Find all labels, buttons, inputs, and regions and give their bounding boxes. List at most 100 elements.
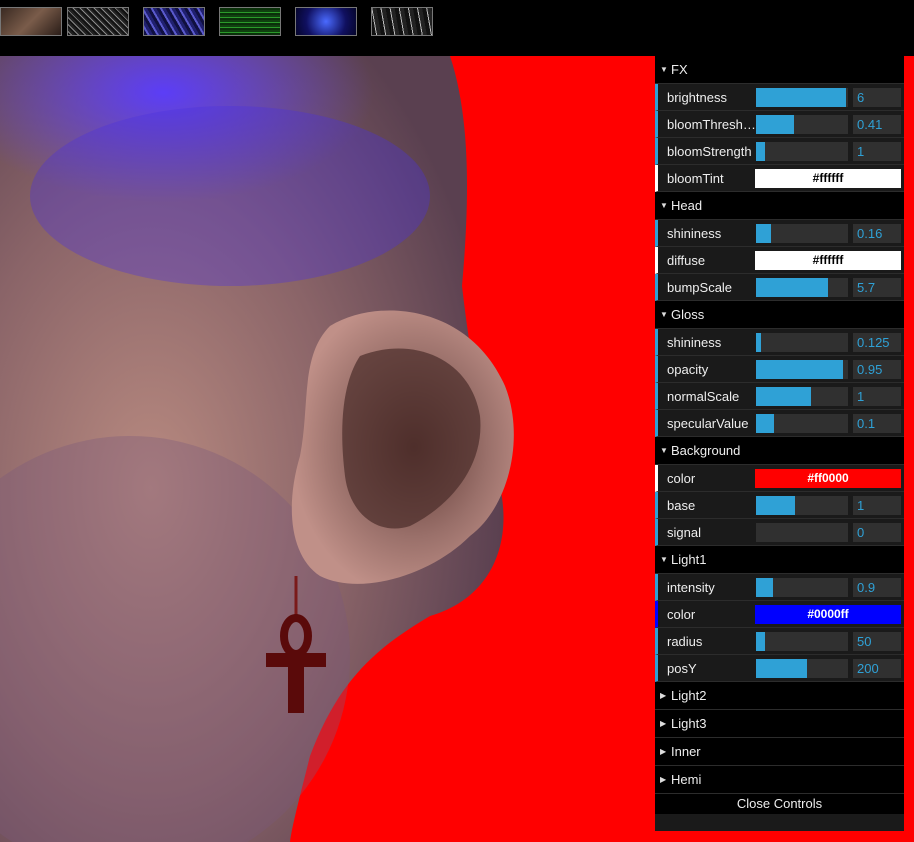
slider-fill (756, 224, 771, 243)
specular-value-slider[interactable] (756, 414, 848, 433)
thumbnail-bar (0, 0, 914, 56)
slider-fill (756, 360, 844, 379)
triangle-down-icon: ▼ (660, 446, 668, 455)
control-pos-y: posY 200 (655, 655, 904, 682)
control-label: shininess (667, 335, 722, 350)
triangle-down-icon: ▼ (660, 555, 668, 564)
thumb-wireframe[interactable] (371, 7, 433, 36)
control-label: base (667, 498, 696, 513)
control-label: bumpScale (667, 280, 733, 295)
light1-color-input[interactable]: #0000ff (755, 605, 901, 624)
bump-scale-input[interactable]: 5.7 (853, 278, 901, 297)
slider-fill (756, 414, 775, 433)
opacity-slider[interactable] (756, 360, 848, 379)
bump-scale-slider[interactable] (756, 278, 848, 297)
opacity-input[interactable]: 0.95 (853, 360, 901, 379)
close-controls-button[interactable]: Close Controls (655, 794, 904, 814)
bloom-tint-color-input[interactable]: #ffffff (755, 169, 901, 188)
signal-slider[interactable] (756, 523, 848, 542)
control-label: intensity (667, 580, 715, 595)
radius-input[interactable]: 50 (853, 632, 901, 651)
folder-light1-title: Light1 (671, 552, 707, 567)
control-label: bloomThresho.. (667, 117, 757, 132)
folder-fx[interactable]: ▼ FX (655, 56, 904, 84)
triangle-right-icon: ▶ (660, 775, 667, 784)
slider-fill (756, 278, 828, 297)
triangle-down-icon: ▼ (660, 310, 668, 319)
gloss-shininess-slider[interactable] (756, 333, 848, 352)
control-radius: radius 50 (655, 628, 904, 655)
control-label: bloomStrength (667, 144, 752, 159)
folder-light1[interactable]: ▼ Light1 (655, 546, 904, 574)
folder-background-title: Background (671, 443, 741, 458)
pos-y-slider[interactable] (756, 659, 848, 678)
slider-fill (756, 333, 761, 352)
intensity-input[interactable]: 0.9 (853, 578, 901, 597)
head-shininess-slider[interactable] (756, 224, 848, 243)
slider-fill (756, 578, 773, 597)
radius-slider[interactable] (756, 632, 848, 651)
slider-fill (756, 387, 812, 406)
triangle-down-icon: ▼ (660, 65, 668, 74)
thumb-blue-glow[interactable] (295, 7, 357, 36)
folder-hemi-title: Hemi (671, 772, 702, 787)
brightness-input[interactable]: 6 (853, 88, 901, 107)
triangle-right-icon: ▶ (660, 747, 667, 756)
controls-panel: ▼ FX brightness 6 bloomThresho.. 0.41 bl… (655, 56, 904, 831)
folder-hemi[interactable]: ▶ Hemi (655, 766, 904, 794)
folder-light2-title: Light2 (671, 688, 707, 703)
base-input[interactable]: 1 (853, 496, 901, 515)
background-color-input[interactable]: #ff0000 (755, 469, 901, 488)
thumb-noise[interactable] (67, 7, 129, 36)
head-shininess-input[interactable]: 0.16 (853, 224, 901, 243)
thumb-green-pattern[interactable] (219, 7, 281, 36)
control-bloom-strength: bloomStrength 1 (655, 138, 904, 165)
bloom-threshold-slider[interactable] (756, 115, 848, 134)
normal-scale-slider[interactable] (756, 387, 848, 406)
control-brightness: brightness 6 (655, 84, 904, 111)
control-label: opacity (667, 362, 709, 377)
pos-y-input[interactable]: 200 (853, 659, 901, 678)
folder-head[interactable]: ▼ Head (655, 192, 904, 220)
render-viewport[interactable] (0, 56, 655, 842)
control-background-color: color #ff0000 (655, 465, 904, 492)
brightness-slider[interactable] (756, 88, 848, 107)
gloss-shininess-input[interactable]: 0.125 (853, 333, 901, 352)
thumb-blue-pattern[interactable] (143, 7, 205, 36)
control-label: normalScale (667, 389, 740, 404)
folder-gloss[interactable]: ▼ Gloss (655, 301, 904, 329)
triangle-right-icon: ▶ (660, 719, 667, 728)
control-label: diffuse (667, 253, 706, 268)
folder-inner[interactable]: ▶ Inner (655, 738, 904, 766)
triangle-right-icon: ▶ (660, 691, 667, 700)
folder-inner-title: Inner (671, 744, 701, 759)
bloom-strength-slider[interactable] (756, 142, 848, 161)
control-label: signal (667, 525, 701, 540)
thumb-portrait[interactable] (0, 7, 62, 36)
bloom-threshold-input[interactable]: 0.41 (853, 115, 901, 134)
folder-light2[interactable]: ▶ Light2 (655, 682, 904, 710)
specular-value-input[interactable]: 0.1 (853, 414, 901, 433)
signal-input[interactable]: 0 (853, 523, 901, 542)
diffuse-color-input[interactable]: #ffffff (755, 251, 901, 270)
control-label: shininess (667, 226, 722, 241)
slider-fill (756, 632, 766, 651)
folder-head-title: Head (671, 198, 703, 213)
base-slider[interactable] (756, 496, 848, 515)
control-intensity: intensity 0.9 (655, 574, 904, 601)
control-label: brightness (667, 90, 727, 105)
intensity-slider[interactable] (756, 578, 848, 597)
normal-scale-input[interactable]: 1 (853, 387, 901, 406)
control-label: color (667, 471, 696, 486)
control-label: bloomTint (667, 171, 724, 186)
control-bloom-threshold: bloomThresho.. 0.41 (655, 111, 904, 138)
control-diffuse: diffuse #ffffff (655, 247, 904, 274)
folder-gloss-title: Gloss (671, 307, 705, 322)
folder-fx-title: FX (671, 62, 688, 77)
control-gloss-shininess: shininess 0.125 (655, 329, 904, 356)
slider-fill (756, 115, 794, 134)
folder-light3[interactable]: ▶ Light3 (655, 710, 904, 738)
bloom-strength-input[interactable]: 1 (853, 142, 901, 161)
folder-background[interactable]: ▼ Background (655, 437, 904, 465)
slider-fill (756, 142, 766, 161)
